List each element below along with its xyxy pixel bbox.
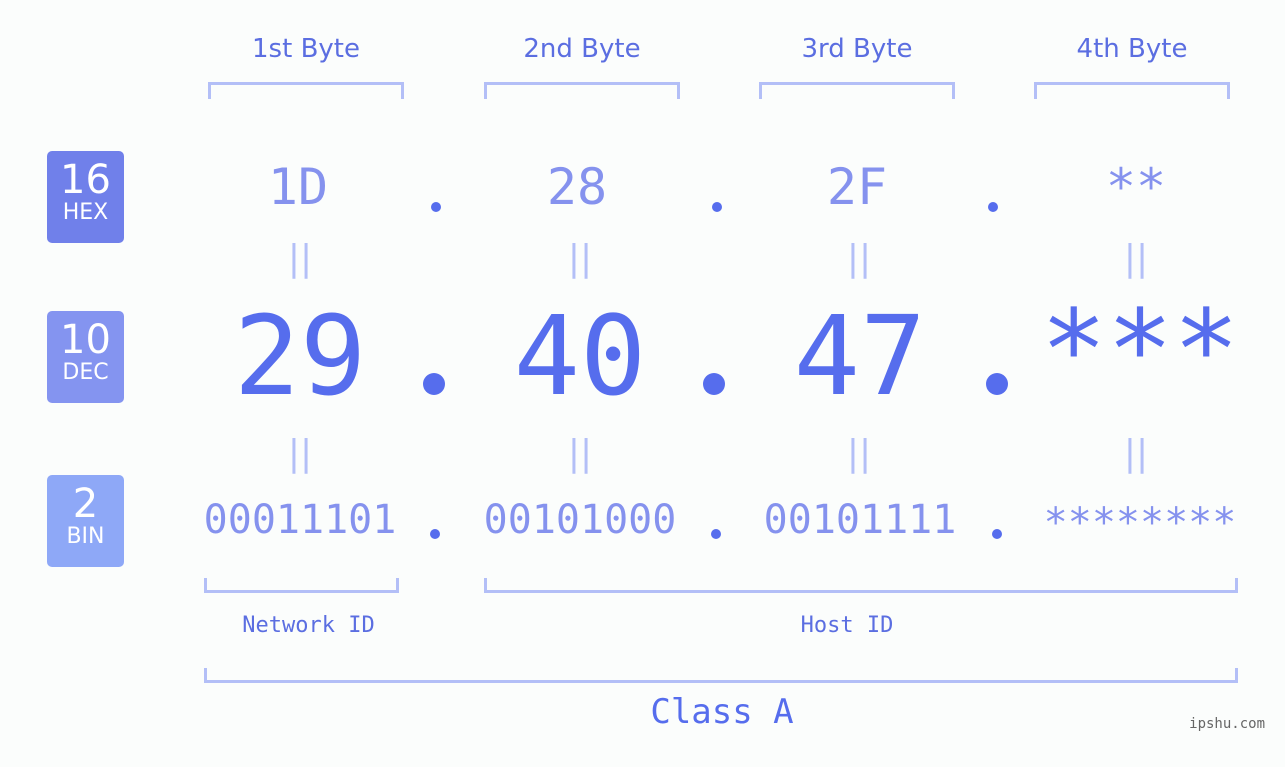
dec-byte-2: 40	[513, 292, 647, 420]
equals-dec-bin-2: ||	[567, 433, 593, 474]
class-label: Class A	[650, 692, 794, 732]
bin-dot-2	[711, 529, 721, 539]
bin-byte-1: 00011101	[203, 497, 397, 543]
network-id-label: Network ID	[242, 613, 375, 638]
dec-badge-label: DEC	[62, 360, 109, 385]
bin-byte-3: 00101111	[763, 497, 957, 543]
equals-dec-bin-1: ||	[287, 433, 313, 474]
byte-header-3: 3rd Byte	[801, 34, 913, 64]
hex-dot-2	[712, 202, 722, 212]
bin-byte-2: 00101000	[483, 497, 677, 543]
dec-byte-4: ***	[1040, 286, 1240, 414]
hex-byte-4: **	[1105, 158, 1167, 216]
host-id-label: Host ID	[800, 613, 894, 638]
equals-hex-dec-3: ||	[846, 238, 872, 279]
equals-dec-bin-3: ||	[846, 433, 872, 474]
hex-badge: 16 HEX	[47, 151, 124, 243]
network-id-bracket	[204, 578, 399, 593]
dec-badge-number: 10	[60, 317, 111, 363]
bin-byte-4: ********	[1043, 500, 1237, 546]
dec-dot-1	[423, 373, 445, 395]
byte-header-2: 2nd Byte	[523, 34, 641, 64]
bin-badge-number: 2	[72, 481, 99, 527]
equals-hex-dec-2: ||	[567, 238, 593, 279]
byte-bracket-2	[484, 82, 680, 99]
byte-bracket-1	[208, 82, 404, 99]
host-id-bracket	[484, 578, 1238, 593]
bin-dot-1	[430, 529, 440, 539]
hex-byte-1: 1D	[267, 158, 329, 216]
bin-badge: 2 BIN	[47, 475, 124, 567]
dec-byte-3: 47	[793, 292, 927, 420]
equals-dec-bin-4: ||	[1123, 433, 1149, 474]
byte-header-1: 1st Byte	[252, 34, 360, 64]
class-bracket	[204, 668, 1238, 683]
hex-byte-2: 28	[546, 158, 608, 216]
hex-badge-number: 16	[60, 157, 111, 203]
dec-dot-2	[703, 373, 725, 395]
hex-byte-3: 2F	[826, 158, 888, 216]
dec-dot-3	[986, 373, 1008, 395]
byte-header-4: 4th Byte	[1076, 34, 1188, 64]
equals-hex-dec-4: ||	[1123, 238, 1149, 279]
equals-hex-dec-1: ||	[287, 238, 313, 279]
byte-bracket-4	[1034, 82, 1230, 99]
dec-badge: 10 DEC	[47, 311, 124, 403]
hex-dot-1	[431, 202, 441, 212]
hex-dot-3	[988, 202, 998, 212]
bin-badge-label: BIN	[66, 524, 105, 549]
byte-bracket-3	[759, 82, 955, 99]
hex-badge-label: HEX	[62, 200, 109, 225]
watermark: ipshu.com	[1189, 716, 1265, 732]
bin-dot-3	[992, 529, 1002, 539]
dec-byte-1: 29	[233, 292, 367, 420]
